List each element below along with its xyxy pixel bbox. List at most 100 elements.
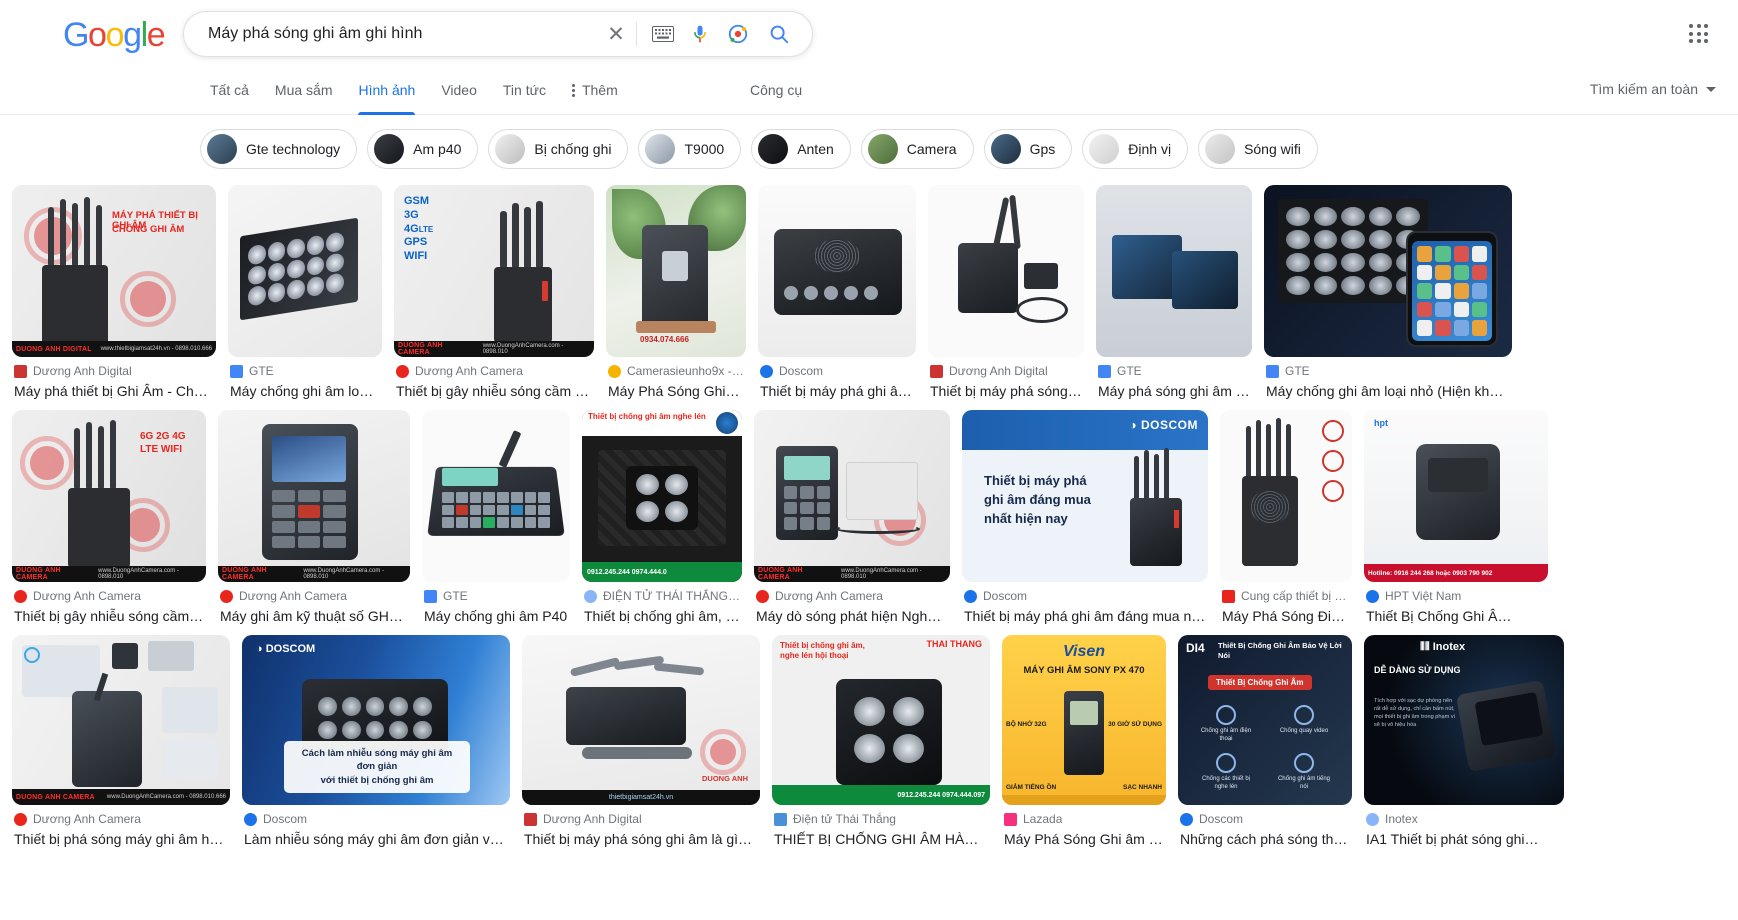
image-title[interactable]: Thiết Bị Chống Ghi Â… [1366, 607, 1546, 625]
image-title[interactable]: THIẾT BỊ CHỐNG GHI ÂM HÀNG… [774, 830, 988, 848]
image-title[interactable]: Máy Phá Sóng Ghi… [608, 382, 744, 400]
image-result-item[interactable]: 6G 2G 4G LTE WIFI DUONG ANH CAMERA www.D… [12, 410, 206, 625]
image-result-item[interactable]: Doscom Thiết bị máy phá ghi â… [758, 185, 916, 400]
tab-images[interactable]: Hình ảnh [358, 68, 415, 115]
chip-camera[interactable]: Camera [860, 129, 974, 169]
image-title[interactable]: Thiết bị chống ghi âm, th… [584, 607, 740, 625]
image-result-item[interactable]: Visen MÁY GHI ÂM SONY PX 470 BỘ NHỚ 32G … [1002, 635, 1166, 848]
image-result-item[interactable]: Cung cấp thiết bị n… Máy Phá Sóng Điệ… [1220, 410, 1352, 625]
keyboard-icon[interactable] [648, 19, 678, 49]
image-thumbnail[interactable] [228, 185, 382, 357]
image-result-item[interactable]: 0934.074.666 Camerasieunho9x -… Máy Phá … [606, 185, 746, 400]
google-lens-icon[interactable] [724, 19, 752, 49]
image-result-item[interactable]: ◑ DOSCOM Cách làm nhiễu sóng máy ghi âm … [242, 635, 510, 848]
image-thumbnail[interactable] [1264, 185, 1512, 357]
more-menu-button[interactable]: Thêm [571, 68, 618, 98]
image-result-item[interactable]: ⦀⦀ Inotex DỄ DÀNG SỬ DỤNG Tích hợp với s… [1364, 635, 1564, 848]
image-thumbnail[interactable]: ⦀⦀ Inotex DỄ DÀNG SỬ DỤNG Tích hợp với s… [1364, 635, 1564, 805]
image-title[interactable]: Thiết bị máy phá ghi â… [760, 382, 914, 400]
image-title[interactable]: Thiết bị phá sóng máy ghi âm ho… [14, 830, 228, 848]
image-result-item[interactable]: DUONG ANH thietbigiamsat24h.vn Dương Anh… [522, 635, 760, 848]
image-thumbnail[interactable] [758, 185, 916, 357]
close-icon[interactable]: ✕ [601, 12, 631, 56]
chip-dinh-vi[interactable]: Định vị [1082, 129, 1189, 169]
image-thumbnail[interactable]: 6G 2G 4G LTE WIFI DUONG ANH CAMERA www.D… [12, 410, 206, 582]
image-title[interactable]: Máy phá sóng ghi âm p… [1098, 382, 1250, 400]
image-title[interactable]: Những cách phá sóng thi… [1180, 830, 1350, 848]
image-thumbnail[interactable]: GSM 3G 4GLTE GPS WIFI DUONG ANH CAMERA www.D… [394, 185, 594, 357]
image-thumbnail[interactable] [422, 410, 570, 582]
image-results-row: 6G 2G 4G LTE WIFI DUONG ANH CAMERA www.D… [12, 410, 1726, 625]
favicon-icon [244, 812, 257, 826]
image-thumbnail[interactable]: DUONG ANH thietbigiamsat24h.vn [522, 635, 760, 805]
image-thumbnail[interactable]: DUONG ANH CAMERA www.DuongAnhCamera.com … [12, 635, 230, 805]
safesearch-button[interactable]: Tìm kiếm an toàn [1590, 81, 1716, 97]
image-thumbnail[interactable]: hpt Hotline: 0916 244 268 hoặc 0903 790 … [1364, 410, 1548, 582]
image-result-item[interactable]: DUONG ANH CAMERA www.DuongAnhCamera.com … [12, 635, 230, 848]
google-logo[interactable]: Google [63, 18, 166, 52]
image-thumbnail[interactable]: DUONG ANH CAMERA www.DuongAnhCamera.com … [754, 410, 950, 582]
chip-song-wifi[interactable]: Sóng wifi [1198, 129, 1318, 169]
image-title[interactable]: Máy Phá Sóng Ghi âm Gi… [1004, 830, 1164, 848]
chip-bi-chong-ghi[interactable]: Bị chống ghi [488, 129, 629, 169]
image-thumbnail[interactable]: DI4 Thiết Bị Chống Ghi Âm Bảo Vệ Lời Nói… [1178, 635, 1352, 805]
image-thumbnail[interactable]: 0934.074.666 [606, 185, 746, 357]
watermark-brand: DUONG ANH CAMERA [222, 567, 267, 581]
search-box[interactable]: Máy phá sóng ghi âm ghi hình ✕ [183, 11, 813, 57]
image-result-item[interactable]: Thiết bị chống ghi âm nghe lén 0912.245.… [582, 410, 742, 625]
image-result-item[interactable]: GSM 3G 4GLTE GPS WIFI DUONG ANH CAMERA www.D… [394, 185, 594, 400]
image-title[interactable]: IA1 Thiết bị phát sóng ghi… [1366, 830, 1562, 848]
image-result-item[interactable]: GTE Máy phá sóng ghi âm p… [1096, 185, 1252, 400]
chip-am-p40[interactable]: Am p40 [367, 129, 479, 169]
image-title[interactable]: Máy chống ghi âm P40 [424, 607, 568, 625]
chip-gps[interactable]: Gps [983, 129, 1073, 169]
image-title[interactable]: Thiết bị gây nhiễu sóng cầm ta… [396, 382, 592, 400]
image-result-item[interactable]: GTE Máy chống ghi âm loại nhỏ (Hiện khôn… [1264, 185, 1512, 400]
chip-t9000[interactable]: T9000 [638, 129, 742, 169]
image-title[interactable]: Thiết bị máy phá sóng … [930, 382, 1082, 400]
search-input[interactable]: Máy phá sóng ghi âm ghi hình [208, 25, 601, 43]
image-thumbnail[interactable]: Thiết bị chống ghi âm nghe lén 0912.245.… [582, 410, 742, 582]
image-title[interactable]: Thiết bị máy phá sóng ghi âm là gì? … [524, 830, 758, 848]
image-thumbnail[interactable] [928, 185, 1084, 357]
search-icon[interactable] [764, 19, 794, 49]
tools-button[interactable]: Công cụ [750, 82, 802, 98]
image-title[interactable]: Máy dò sóng phát hiện Nghe l… [756, 607, 948, 625]
tab-all[interactable]: Tất cả [210, 68, 249, 115]
visen-logo: Visen [1062, 643, 1106, 660]
image-result-item[interactable]: ◑ DOSCOM Thiết bị máy phá ghi âm đáng mu… [962, 410, 1208, 625]
image-title[interactable]: Máy phá thiết bị Ghi Âm - Chốn… [14, 382, 214, 400]
google-apps-grid-icon[interactable] [1687, 22, 1711, 46]
image-result-item[interactable]: GTE Máy chống ghi âm loại … [228, 185, 382, 400]
image-result-item[interactable]: MÁY PHÁ THIẾT BỊ GHI ÂM CHỐNG GHI ÂM DUO… [12, 185, 216, 400]
image-result-item[interactable]: hpt Hotline: 0916 244 268 hoặc 0903 790 … [1364, 410, 1548, 625]
image-title[interactable]: Máy Phá Sóng Điệ… [1222, 607, 1350, 625]
image-title[interactable]: Thiết bị gây nhiễu sóng cầm t… [14, 607, 204, 625]
image-thumbnail[interactable]: Visen MÁY GHI ÂM SONY PX 470 BỘ NHỚ 32G … [1002, 635, 1166, 805]
image-result-item[interactable]: GTE Máy chống ghi âm P40 [422, 410, 570, 625]
chip-anten[interactable]: Anten [751, 129, 851, 169]
tab-shopping[interactable]: Mua sắm [275, 68, 333, 115]
image-title[interactable]: Máy ghi âm kỹ thuật số GH70… [220, 607, 408, 625]
image-thumbnail[interactable] [1220, 410, 1352, 582]
image-title[interactable]: Thiết bị máy phá ghi âm đáng mua nh… [964, 607, 1206, 625]
image-thumbnail[interactable] [1096, 185, 1252, 357]
tab-news[interactable]: Tin tức [503, 68, 546, 115]
microphone-icon[interactable] [686, 19, 714, 49]
image-thumbnail[interactable]: DUONG ANH CAMERA www.DuongAnhCamera.com … [218, 410, 410, 582]
image-title[interactable]: Máy chống ghi âm loại … [230, 382, 380, 400]
image-thumbnail[interactable]: ◑ DOSCOM Cách làm nhiễu sóng máy ghi âm … [242, 635, 510, 805]
chip-gte-technology[interactable]: Gte technology [200, 129, 358, 169]
image-result-item[interactable]: Thiết bị chống ghi âm, nghe lén hội thoạ… [772, 635, 990, 848]
image-title[interactable]: Làm nhiễu sóng máy ghi âm đơn giản với… [244, 830, 508, 848]
tab-videos[interactable]: Video [441, 68, 477, 115]
image-thumbnail[interactable]: ◑ DOSCOM Thiết bị máy phá ghi âm đáng mu… [962, 410, 1208, 582]
image-thumbnail[interactable]: MÁY PHÁ THIẾT BỊ GHI ÂM CHỐNG GHI ÂM DUO… [12, 185, 216, 357]
image-thumbnail[interactable]: Thiết bị chống ghi âm, nghe lén hội thoạ… [772, 635, 990, 805]
image-result-item[interactable]: DI4 Thiết Bị Chống Ghi Âm Bảo Vệ Lời Nói… [1178, 635, 1352, 848]
image-result-item[interactable]: DUONG ANH CAMERA www.DuongAnhCamera.com … [218, 410, 410, 625]
image-result-item[interactable]: Dương Anh Digital Thiết bị máy phá sóng … [928, 185, 1084, 400]
image-result-item[interactable]: DUONG ANH CAMERA www.DuongAnhCamera.com … [754, 410, 950, 625]
watermark-url: www.DuongAnhCamera.com - 0898.010 [303, 568, 385, 580]
image-title[interactable]: Máy chống ghi âm loại nhỏ (Hiện không… [1266, 382, 1510, 400]
